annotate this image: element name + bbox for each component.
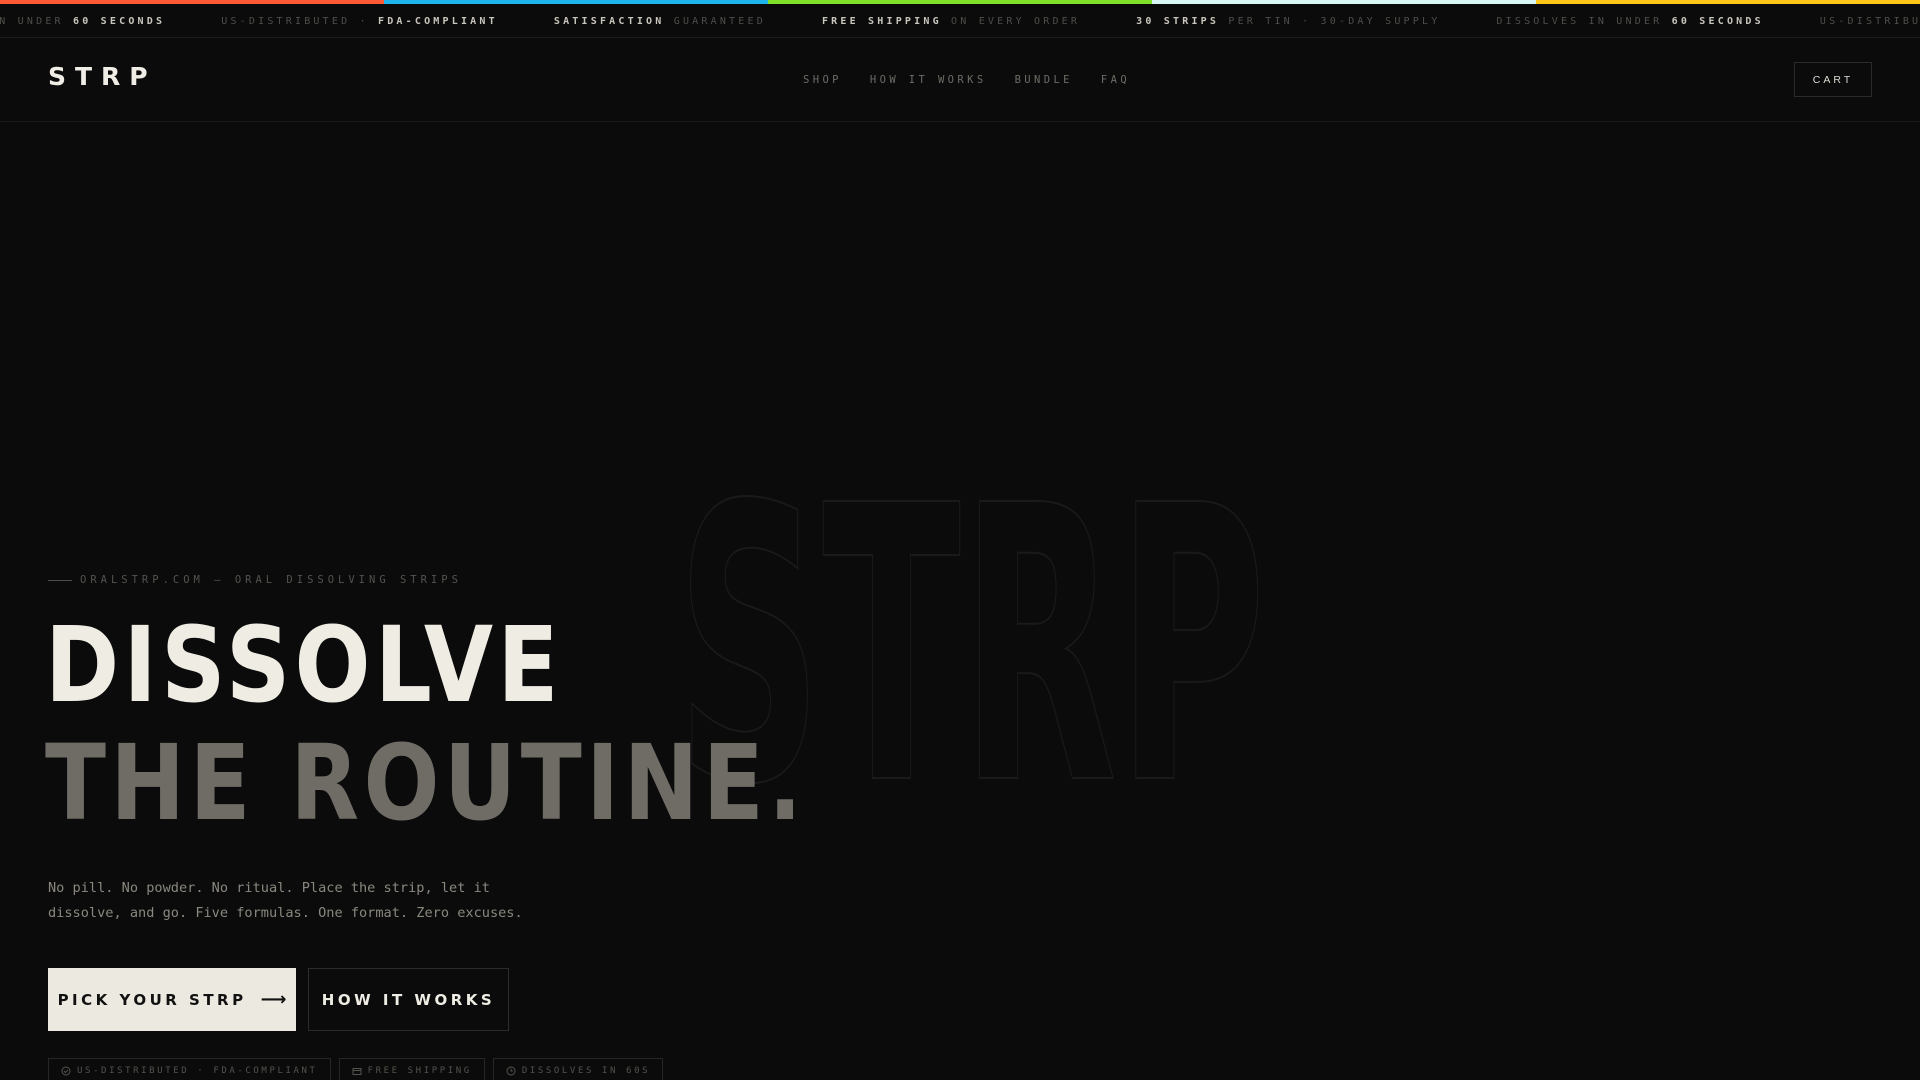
headline-line-2: THE ROUTINE.	[45, 722, 807, 844]
arrow-right-icon: ⟶	[260, 989, 287, 1010]
eyebrow-text: ORALSTRP.COM — ORAL DISSOLVING STRIPS	[80, 574, 462, 586]
eyebrow-rule	[48, 579, 72, 581]
ticker-highlight: FREE SHIPPING	[821, 15, 942, 27]
badge-label: DISSOLVES IN 60S	[521, 1066, 651, 1076]
nav-link-how-it-works[interactable]: HOW IT WORKS	[870, 74, 987, 86]
ticker-text: DISSOLVES IN UNDER	[1496, 15, 1672, 27]
ticker-text: IN UNDER	[0, 15, 64, 27]
primary-cta-label: PICK YOUR STRP	[57, 990, 247, 1009]
ticker-text: US-DISTRIBUTED ·	[221, 15, 378, 27]
ticker-item: IN UNDER 60 SECONDS	[0, 16, 165, 27]
ticker-item: FREE SHIPPING ON EVERY ORDER	[822, 16, 1080, 27]
cart-button[interactable]: CART	[1794, 62, 1872, 97]
ticker-text: US-DISTRIBUTED ·	[1819, 15, 1920, 27]
box-icon	[352, 1068, 362, 1075]
ticker-item: US-DISTRIBUTED · FDA-COMPLIANT	[1820, 16, 1920, 27]
pick-your-strp-button[interactable]: PICK YOUR STRP ⟶	[48, 968, 296, 1031]
trust-badges: US-DISTRIBUTED · FDA-COMPLIANT FREE SHIP…	[48, 1058, 671, 1080]
ticker-track: IN UNDER 60 SECONDS US-DISTRIBUTED · FDA-…	[0, 4, 1920, 37]
badge-label: FREE SHIPPING	[367, 1066, 472, 1076]
ticker-text: ON EVERY ORDER	[941, 15, 1081, 27]
nav-link-bundle[interactable]: BUNDLE	[1015, 74, 1073, 86]
nav-link-shop[interactable]: SHOP	[803, 74, 842, 86]
logo[interactable]: STRP	[48, 62, 157, 91]
how-it-works-button[interactable]: HOW IT WORKS	[308, 968, 509, 1031]
hero-eyebrow: ORALSTRP.COM — ORAL DISSOLVING STRIPS	[48, 574, 462, 586]
ticker-text: GUARANTEED	[664, 15, 766, 27]
subcopy-line-1: No pill. No powder. No ritual. Place the…	[48, 880, 490, 896]
ticker-item: 30 STRIPS PER TIN · 30-DAY SUPPLY	[1136, 16, 1440, 27]
ticker-item: DISSOLVES IN UNDER 60 SECONDS	[1496, 16, 1763, 27]
subcopy-line-2: dissolve, and go. Five formulas. One for…	[48, 905, 523, 921]
main-nav: SHOP HOW IT WORKS BUNDLE FAQ	[803, 74, 1158, 86]
ticker-highlight: 60 SECONDS	[1671, 15, 1764, 27]
hero-headline: DISSOLVE THE ROUTINE.	[45, 606, 930, 842]
headline-line-1: DISSOLVE	[45, 604, 563, 726]
ticker-highlight: SATISFACTION	[553, 15, 665, 27]
ticker-highlight: 60 SECONDS	[73, 15, 166, 27]
hero-subcopy: No pill. No powder. No ritual. Place the…	[48, 876, 568, 926]
trust-badge: US-DISTRIBUTED · FDA-COMPLIANT	[48, 1058, 331, 1080]
ticker-highlight: 30 STRIPS	[1136, 15, 1220, 27]
ticker-text: PER TIN · 30-DAY SUPPLY	[1219, 15, 1441, 27]
ticker-item: SATISFACTION GUARANTEED	[554, 16, 766, 27]
trust-badge: FREE SHIPPING	[338, 1058, 485, 1080]
announcement-ticker: IN UNDER 60 SECONDS US-DISTRIBUTED · FDA-…	[0, 4, 1920, 38]
trust-badge: DISSOLVES IN 60S	[492, 1058, 664, 1080]
badge-label: US-DISTRIBUTED · FDA-COMPLIANT	[77, 1066, 318, 1076]
site-header: STRP SHOP HOW IT WORKS BUNDLE FAQ CART	[0, 38, 1920, 122]
ticker-item: US-DISTRIBUTED · FDA-COMPLIANT	[221, 16, 498, 27]
clock-icon	[506, 1066, 516, 1076]
ticker-highlight: FDA-COMPLIANT	[377, 15, 498, 27]
check-circle-icon	[61, 1066, 71, 1076]
nav-link-faq[interactable]: FAQ	[1101, 74, 1130, 86]
